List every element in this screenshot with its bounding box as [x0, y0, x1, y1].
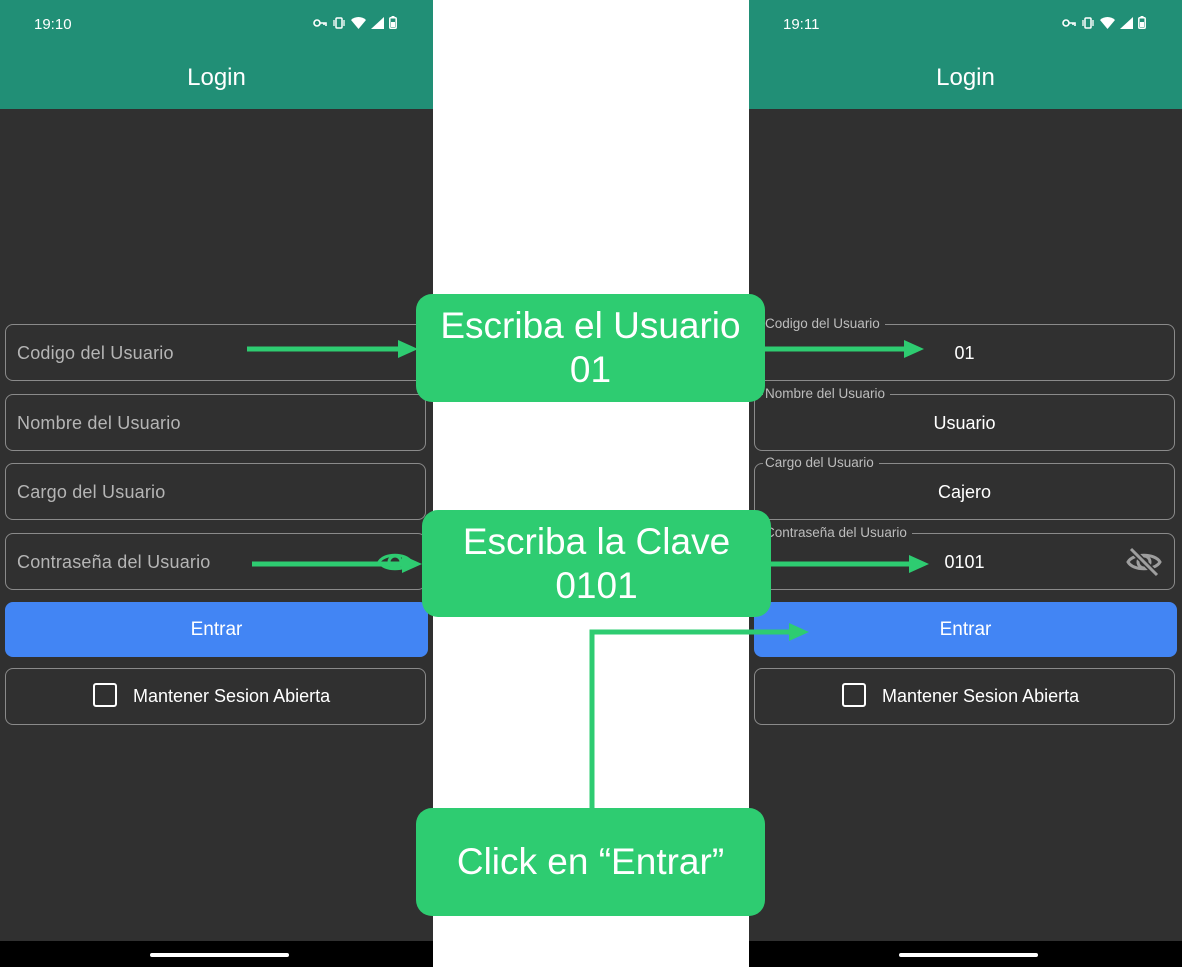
user-role-placeholder: Cargo del Usuario	[17, 482, 166, 502]
navigation-bar	[0, 941, 433, 967]
enter-button[interactable]: Entrar	[754, 602, 1177, 657]
page-title: Login	[187, 64, 246, 91]
password-value: 0101	[944, 552, 985, 572]
right-phone-screen: 19:11 Login Codigo del Usuario 01 Nombre…	[749, 0, 1182, 967]
wifi-icon	[1100, 16, 1115, 29]
vpn-key-icon	[1062, 18, 1076, 27]
battery-icon	[1138, 16, 1146, 29]
home-gesture-handle[interactable]	[899, 953, 1038, 957]
user-code-field[interactable]: Codigo del Usuario	[5, 324, 426, 381]
user-name-value: Usuario	[933, 413, 996, 433]
left-phone-screen: 19:10 Login Codigo del Usuario Nombre de…	[0, 0, 433, 967]
app-bar: Login	[749, 50, 1182, 109]
user-name-placeholder: Nombre del Usuario	[17, 413, 181, 433]
user-code-placeholder: Codigo del Usuario	[17, 343, 174, 363]
vibrate-icon	[333, 16, 345, 29]
status-time: 19:11	[783, 16, 820, 33]
user-role-label: Cargo del Usuario	[763, 455, 879, 471]
callout-password-line2: 0101	[555, 564, 638, 606]
user-code-field[interactable]: Codigo del Usuario 01	[754, 316, 1175, 381]
eye-icon[interactable]	[377, 547, 413, 577]
app-bar: Login	[0, 50, 433, 109]
status-icons	[1062, 16, 1146, 29]
user-role-field[interactable]: Cargo del Usuario Cajero	[754, 455, 1175, 520]
signal-icon	[1120, 16, 1133, 29]
keep-session-row[interactable]: Mantener Sesion Abierta	[754, 668, 1175, 725]
user-name-field[interactable]: Nombre del Usuario	[5, 394, 426, 451]
callout-click-line1: Click en “Entrar”	[456, 841, 725, 882]
callout-password-line1: Escriba la Clave	[462, 520, 731, 562]
vibrate-icon	[1082, 16, 1094, 29]
callout-click-enter: Click en “Entrar”	[416, 808, 765, 916]
status-bar: 19:10	[0, 0, 433, 50]
navigation-bar	[749, 941, 1182, 967]
keep-session-checkbox[interactable]	[842, 683, 866, 707]
user-code-label: Codigo del Usuario	[763, 316, 885, 332]
status-time: 19:10	[34, 16, 72, 33]
password-field[interactable]: Contraseña del Usuario	[5, 533, 426, 590]
vpn-key-icon	[313, 18, 327, 27]
callout-password: Escriba la Clave 0101	[422, 510, 771, 617]
wifi-icon	[351, 16, 366, 29]
password-field[interactable]: Contraseña del Usuario 0101	[754, 525, 1175, 590]
user-name-label: Nombre del Usuario	[763, 386, 891, 402]
keep-session-label: Mantener Sesion Abierta	[882, 686, 1080, 706]
status-icons	[313, 16, 397, 29]
keep-session-checkbox[interactable]	[93, 683, 117, 707]
user-role-field[interactable]: Cargo del Usuario	[5, 463, 426, 520]
home-gesture-handle[interactable]	[150, 953, 289, 957]
eye-off-icon[interactable]	[1126, 547, 1162, 577]
user-role-value: Cajero	[937, 482, 992, 502]
callout-user: Escriba el Usuario 01	[416, 294, 765, 402]
keep-session-row[interactable]: Mantener Sesion Abierta	[5, 668, 426, 725]
page-title: Login	[936, 64, 995, 91]
signal-icon	[371, 16, 384, 29]
battery-icon	[389, 16, 397, 29]
callout-user-line2: 01	[569, 349, 612, 390]
password-placeholder: Contraseña del Usuario	[17, 552, 211, 572]
user-name-field[interactable]: Nombre del Usuario Usuario	[754, 386, 1175, 451]
status-bar: 19:11	[749, 0, 1182, 50]
user-code-value: 01	[954, 343, 975, 363]
callout-user-line1: Escriba el Usuario	[440, 305, 741, 346]
enter-button[interactable]: Entrar	[5, 602, 428, 657]
keep-session-label: Mantener Sesion Abierta	[133, 686, 331, 706]
password-label: Contraseña del Usuario	[763, 525, 912, 541]
